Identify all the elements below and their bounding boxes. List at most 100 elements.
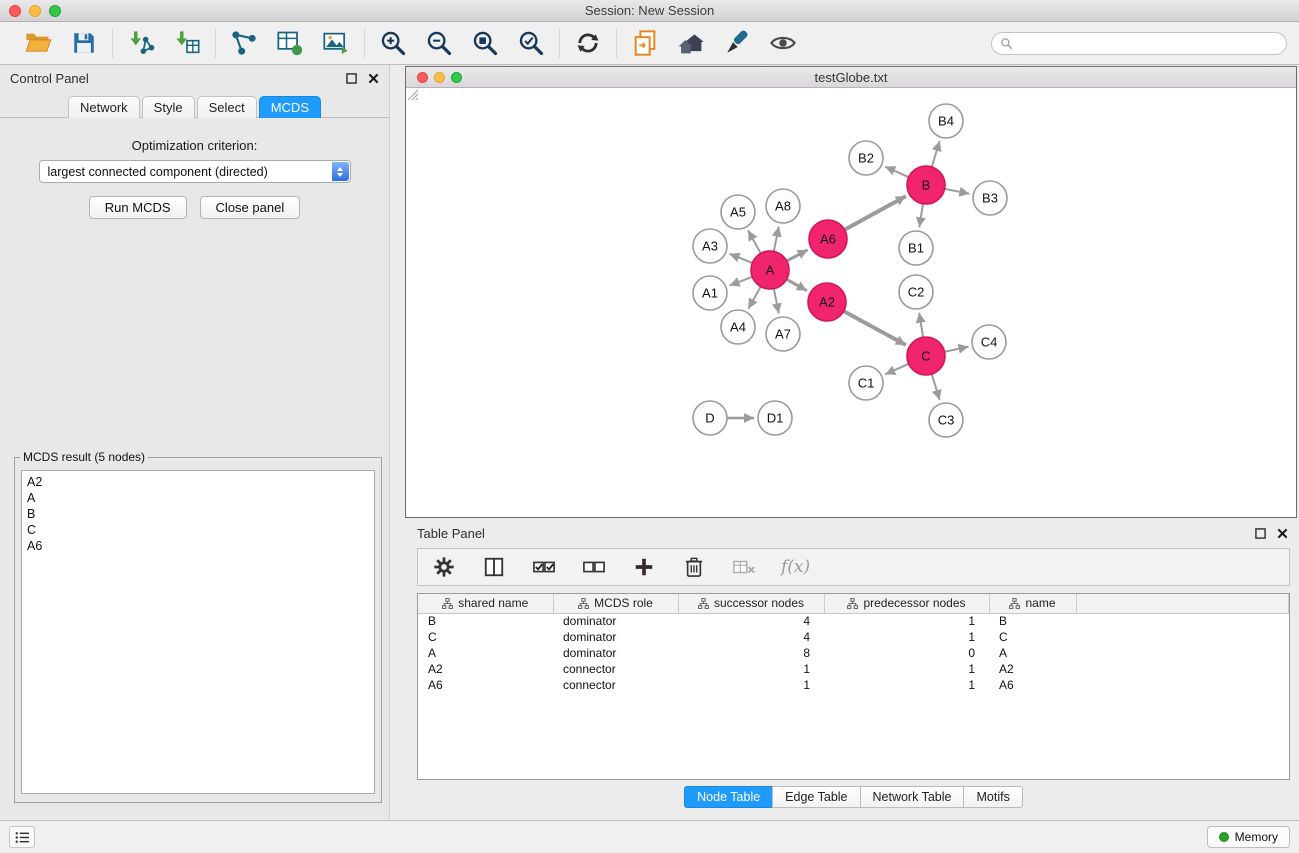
- table-cell[interactable]: dominator: [553, 629, 678, 645]
- column-header-predecessor-nodes[interactable]: predecessor nodes: [824, 594, 989, 613]
- annotation-brush-icon[interactable]: [721, 27, 753, 59]
- table-close-panel-icon[interactable]: [1276, 527, 1288, 539]
- close-panel-icon[interactable]: [367, 72, 379, 84]
- edge-A-A6[interactable]: [787, 250, 808, 261]
- edge-A-A3[interactable]: [730, 254, 753, 263]
- network-zoom-icon[interactable]: [451, 72, 462, 83]
- table-cell[interactable]: connector: [553, 661, 678, 677]
- network-minimize-icon[interactable]: [434, 72, 445, 83]
- home-icon[interactable]: [675, 27, 707, 59]
- column-header-shared-name[interactable]: shared name: [418, 594, 553, 613]
- table-cell[interactable]: 1: [824, 613, 989, 629]
- edge-A-A8[interactable]: [774, 227, 779, 252]
- deselect-all-icon[interactable]: [581, 554, 607, 580]
- table-cell[interactable]: A2: [418, 661, 553, 677]
- node-A1[interactable]: A1: [693, 276, 727, 310]
- close-window-icon[interactable]: [9, 5, 21, 17]
- column-header-mcds-role[interactable]: MCDS role: [553, 594, 678, 613]
- table-cell[interactable]: connector: [553, 677, 678, 693]
- table-cell[interactable]: 0: [824, 645, 989, 661]
- edge-A-A1[interactable]: [730, 277, 753, 286]
- mcds-result-item[interactable]: C: [27, 522, 369, 538]
- table-cell[interactable]: A2: [989, 661, 1076, 677]
- table-float-panel-icon[interactable]: [1254, 527, 1266, 539]
- table-cell[interactable]: 4: [678, 629, 824, 645]
- table-cell[interactable]: dominator: [553, 645, 678, 661]
- memory-button[interactable]: Memory: [1207, 826, 1290, 848]
- table-cell[interactable]: 1: [824, 661, 989, 677]
- tab-node-table[interactable]: Node Table: [684, 786, 773, 808]
- minimize-window-icon[interactable]: [29, 5, 41, 17]
- import-table-icon[interactable]: [171, 27, 203, 59]
- zoom-window-icon[interactable]: [49, 5, 61, 17]
- edge-A-A2[interactable]: [787, 279, 807, 290]
- edge-A-A7[interactable]: [774, 289, 779, 314]
- select-all-icon[interactable]: [531, 554, 557, 580]
- network-share-icon[interactable]: [228, 27, 260, 59]
- tab-motifs[interactable]: Motifs: [963, 786, 1022, 808]
- node-C[interactable]: C: [907, 337, 945, 375]
- mcds-result-item[interactable]: A: [27, 490, 369, 506]
- node-A2[interactable]: A2: [808, 283, 846, 321]
- node-A4[interactable]: A4: [721, 310, 755, 344]
- zoom-out-icon[interactable]: [423, 27, 455, 59]
- import-network-icon[interactable]: [125, 27, 157, 59]
- search-input[interactable]: [1018, 36, 1278, 50]
- edge-A-A5[interactable]: [748, 230, 761, 253]
- table-row[interactable]: A2connector11A2: [418, 661, 1289, 677]
- edge-A-A4[interactable]: [748, 287, 760, 309]
- open-folder-icon[interactable]: [22, 27, 54, 59]
- table-cell[interactable]: 1: [824, 677, 989, 693]
- node-C3[interactable]: C3: [929, 403, 963, 437]
- table-cell[interactable]: B: [418, 613, 553, 629]
- edge-A6-B[interactable]: [845, 196, 906, 230]
- table-cell[interactable]: 1: [678, 661, 824, 677]
- tab-network[interactable]: Network: [68, 96, 140, 118]
- table-cell[interactable]: 1: [678, 677, 824, 693]
- table-row[interactable]: A6connector11A6: [418, 677, 1289, 693]
- table-cell[interactable]: C: [989, 629, 1076, 645]
- image-export-icon[interactable]: [320, 27, 352, 59]
- node-A5[interactable]: A5: [721, 195, 755, 229]
- table-row[interactable]: Adominator80A: [418, 645, 1289, 661]
- table-cell[interactable]: dominator: [553, 613, 678, 629]
- table-cell[interactable]: A: [989, 645, 1076, 661]
- edge-A2-C[interactable]: [844, 311, 906, 345]
- table-row[interactable]: Cdominator41C: [418, 629, 1289, 645]
- edge-B-B2[interactable]: [885, 167, 909, 178]
- network-canvas[interactable]: B4B2BB3A5A8A6A3B1AC2A1A2A4A7C4CC1C3DD1: [406, 88, 1296, 517]
- node-B3[interactable]: B3: [973, 181, 1007, 215]
- edge-C-C2[interactable]: [919, 313, 923, 338]
- add-column-icon[interactable]: [631, 554, 657, 580]
- tab-select[interactable]: Select: [197, 96, 257, 118]
- edge-C-C1[interactable]: [885, 364, 909, 375]
- float-panel-icon[interactable]: [345, 72, 357, 84]
- save-icon[interactable]: [68, 27, 100, 59]
- edge-B-B3[interactable]: [945, 189, 970, 194]
- node-A3[interactable]: A3: [693, 229, 727, 263]
- table-cell[interactable]: C: [418, 629, 553, 645]
- node-D[interactable]: D: [693, 401, 727, 435]
- copy-document-icon[interactable]: [629, 27, 661, 59]
- node-table[interactable]: shared nameMCDS rolesuccessor nodesprede…: [417, 593, 1290, 780]
- column-header-name[interactable]: name: [989, 594, 1076, 613]
- criterion-dropdown[interactable]: largest connected component (directed): [39, 160, 351, 183]
- refresh-icon[interactable]: [572, 27, 604, 59]
- network-table-icon[interactable]: [274, 27, 306, 59]
- node-B1[interactable]: B1: [899, 231, 933, 265]
- run-mcds-button[interactable]: Run MCDS: [89, 196, 187, 219]
- node-B[interactable]: B: [907, 166, 945, 204]
- mcds-result-item[interactable]: B: [27, 506, 369, 522]
- zoom-in-icon[interactable]: [377, 27, 409, 59]
- zoom-selected-icon[interactable]: [515, 27, 547, 59]
- network-close-icon[interactable]: [417, 72, 428, 83]
- table-cell[interactable]: A: [418, 645, 553, 661]
- node-B4[interactable]: B4: [929, 104, 963, 138]
- resize-grip-icon[interactable]: [406, 88, 418, 100]
- function-builder-icon[interactable]: f(x): [781, 557, 810, 577]
- table-cell[interactable]: A6: [418, 677, 553, 693]
- edge-C-C3[interactable]: [932, 374, 940, 400]
- zoom-fit-icon[interactable]: [469, 27, 501, 59]
- table-row[interactable]: Bdominator41B: [418, 613, 1289, 629]
- node-A6[interactable]: A6: [809, 220, 847, 258]
